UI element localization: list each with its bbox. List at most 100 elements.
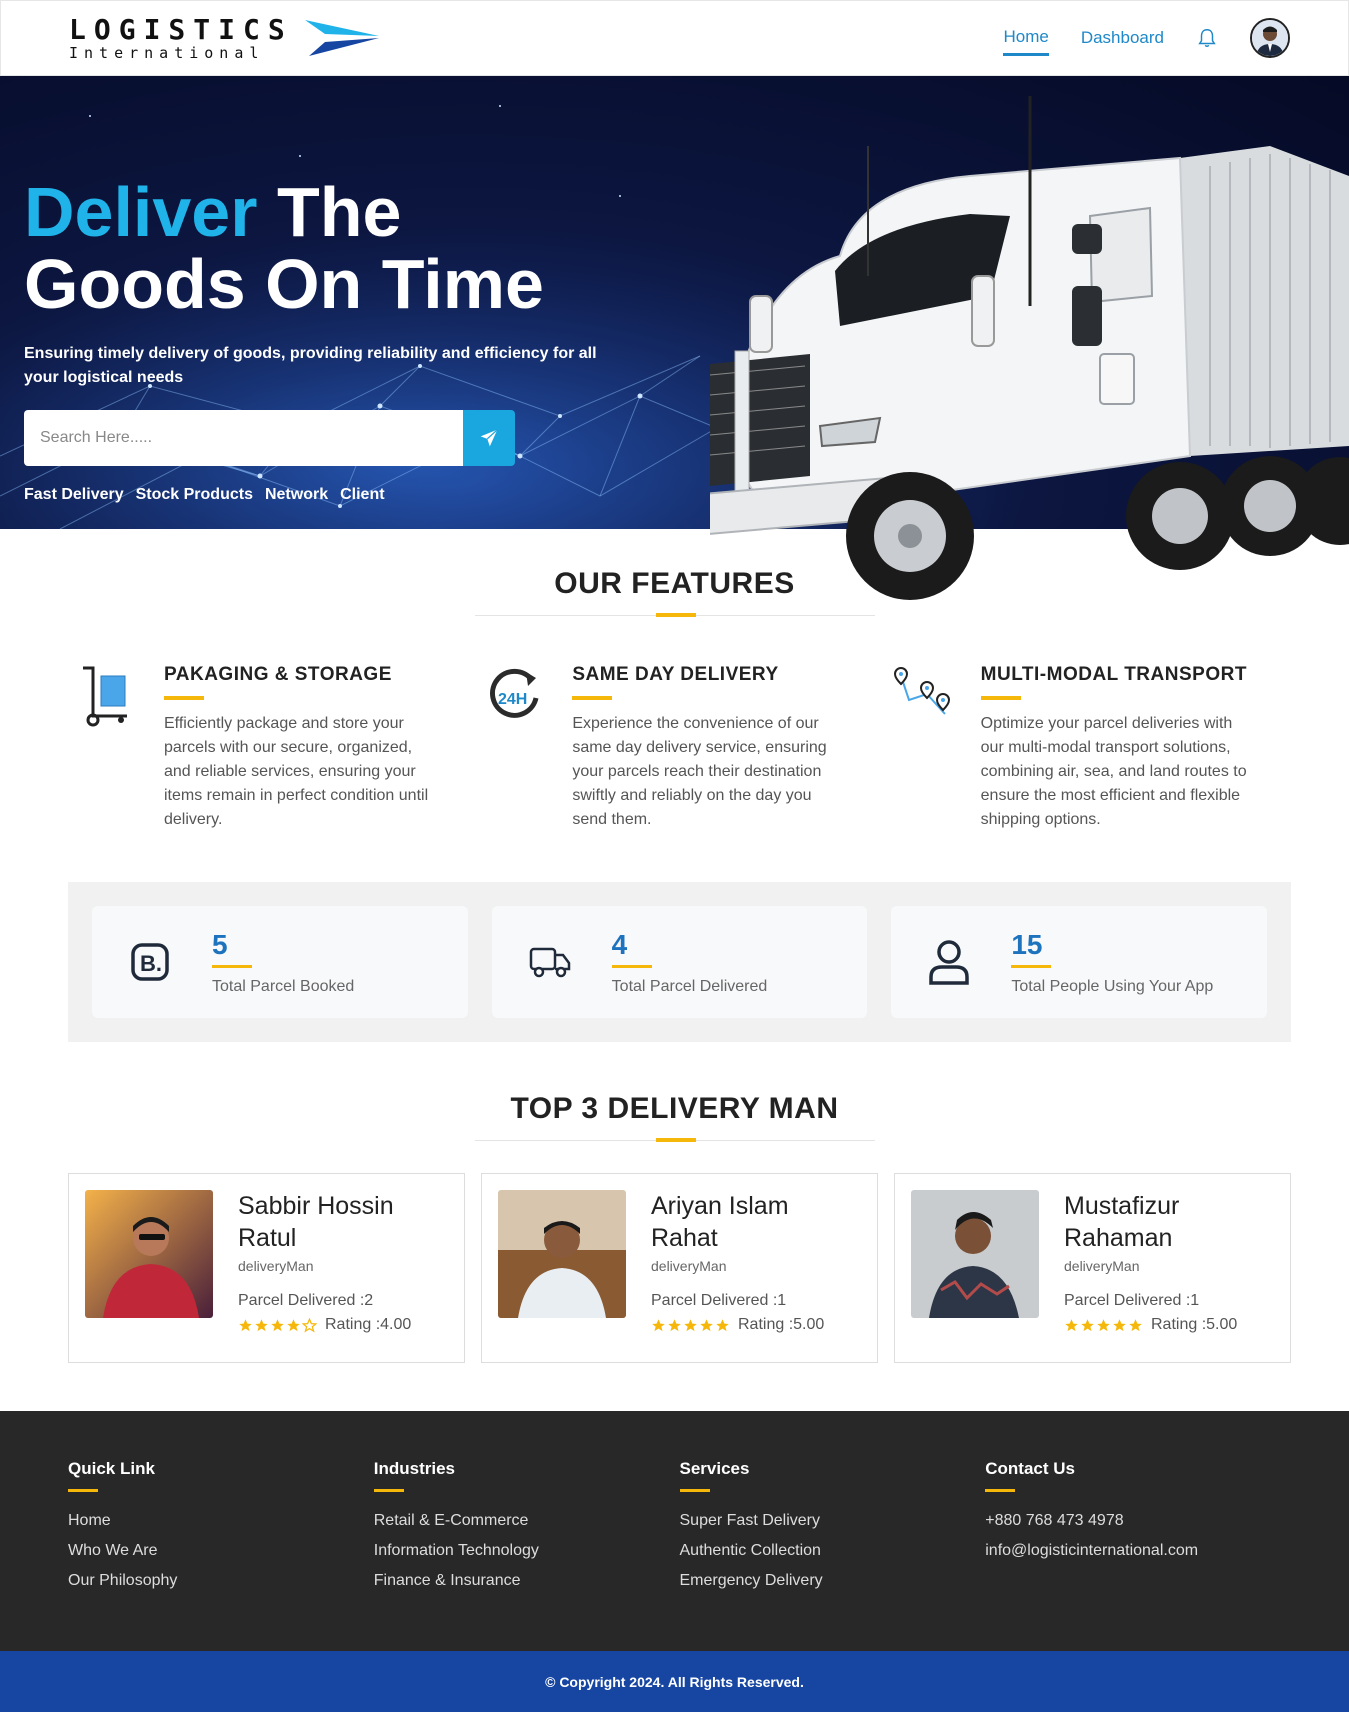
star-filled-icon <box>700 1318 713 1331</box>
footer-link[interactable]: Emergency Delivery <box>680 1572 986 1590</box>
copyright-bar: © Copyright 2024. All Rights Reserved. <box>0 1651 1349 1712</box>
footer-link[interactable]: Super Fast Delivery <box>680 1512 986 1530</box>
feature-description: Efficiently package and store your parce… <box>164 715 429 828</box>
delivery-man-photo <box>911 1190 1039 1318</box>
hero-tags: Fast Delivery Stock Products Network Cli… <box>24 486 664 504</box>
footer-link[interactable]: Information Technology <box>374 1542 680 1560</box>
footer-link[interactable]: Home <box>68 1512 374 1530</box>
nav-dashboard-link[interactable]: Dashboard <box>1081 22 1164 54</box>
brand-logo[interactable]: LOGISTICS International <box>69 12 379 62</box>
delivery-man-name: Mustafizur Rahaman <box>1064 1192 1180 1252</box>
footer-column: Quick Link Home Who We Are Our Philosoph… <box>68 1459 374 1651</box>
hero-title-rest: The <box>276 173 402 251</box>
hero-tag[interactable]: Stock Products <box>136 486 253 504</box>
brand-tagline: International <box>69 43 265 62</box>
delivery-man-photo <box>498 1190 626 1318</box>
star-rating <box>651 1318 730 1333</box>
search-button[interactable] <box>463 410 515 466</box>
footer-link[interactable]: Finance & Insurance <box>374 1572 680 1590</box>
top-delivery-section: TOP 3 DELIVERY MAN Sabbir Hossin Ratul d… <box>0 1042 1349 1363</box>
search-input[interactable] <box>24 410 463 466</box>
truck-icon <box>529 947 570 978</box>
delivery-man-name: Ariyan Islam Rahat <box>651 1192 789 1252</box>
star-filled-icon <box>716 1318 729 1331</box>
footer-column: Services Super Fast Delivery Authentic C… <box>679 1459 986 1651</box>
hero-title: Deliver The Goods On Time <box>24 176 664 320</box>
delivery-man-role: deliveryMan <box>238 1258 314 1274</box>
nav-menu: Home Dashboard <box>1003 18 1290 58</box>
footer-heading: Contact Us <box>985 1459 1075 1478</box>
hand-truck-box-icon <box>83 666 127 727</box>
star-filled-icon <box>1081 1318 1094 1331</box>
hero-banner: Deliver The Goods On Time Ensuring timel… <box>0 76 1349 600</box>
title-divider <box>474 1138 875 1142</box>
star-rating <box>1064 1318 1143 1333</box>
star-filled-icon <box>255 1318 268 1331</box>
delivery-man-name: Sabbir Hossin Ratul <box>238 1192 394 1252</box>
rating-value: Rating :5.00 <box>738 1316 825 1333</box>
parcel-delivered-count: Parcel Delivered :2 <box>238 1292 374 1309</box>
24h-clock-icon: 24H <box>490 668 539 718</box>
star-filled-icon <box>668 1318 681 1331</box>
stat-card: 4 Total Parcel Delivered <box>491 906 868 1018</box>
delivery-man-card: Ariyan Islam Rahat deliveryMan Parcel De… <box>481 1173 878 1363</box>
title-divider <box>474 613 875 617</box>
stat-label: Total People Using Your App <box>1011 977 1214 995</box>
route-pins-icon <box>893 666 950 715</box>
stat-value: 4 <box>611 928 628 960</box>
star-filled-icon <box>1113 1318 1126 1331</box>
nav-home-link[interactable]: Home <box>1003 21 1049 56</box>
copyright-text: © Copyright 2024. All Rights Reserved. <box>545 1673 804 1690</box>
delivery-man-role: deliveryMan <box>1064 1258 1140 1274</box>
footer-column: Contact Us +880 768 473 4978 info@logist… <box>985 1459 1291 1651</box>
footer-link[interactable]: Our Philosophy <box>68 1572 374 1590</box>
footer-link[interactable]: Retail & E-Commerce <box>374 1512 680 1530</box>
feature-description: Experience the convenience of our same d… <box>572 715 827 828</box>
stat-label: Total Parcel Booked <box>212 977 355 995</box>
svg-text:B.: B. <box>140 951 162 976</box>
footer-link[interactable]: Who We Are <box>68 1542 374 1560</box>
stat-label: Total Parcel Delivered <box>611 977 768 995</box>
rating-value: Rating :5.00 <box>1151 1316 1238 1333</box>
footer-heading: Industries <box>373 1459 455 1478</box>
star-filled-icon <box>1065 1318 1078 1331</box>
contact-email[interactable]: info@logisticinternational.com <box>985 1542 1291 1560</box>
user-avatar[interactable] <box>1250 18 1290 58</box>
footer: Quick Link Home Who We Are Our Philosoph… <box>0 1411 1349 1651</box>
star-filled-icon <box>239 1318 252 1331</box>
hero-tag[interactable]: Fast Delivery <box>24 486 124 504</box>
star-filled-icon <box>684 1318 697 1331</box>
footer-column: Industries Retail & E-Commerce Informati… <box>373 1459 680 1651</box>
bell-icon[interactable] <box>1196 26 1218 50</box>
footer-heading: Services <box>679 1459 750 1478</box>
delivery-man-role: deliveryMan <box>651 1258 727 1274</box>
user-icon <box>929 940 970 985</box>
parcel-delivered-count: Parcel Delivered :1 <box>1064 1292 1200 1309</box>
hero-tag[interactable]: Client <box>340 486 384 504</box>
feature-card: MULTI-MODAL TRANSPORT Optimize your parc… <box>893 664 1281 832</box>
contact-phone[interactable]: +880 768 473 4978 <box>985 1512 1291 1530</box>
stat-value: 5 <box>212 928 228 960</box>
stat-card: B. 5 Total Parcel Booked <box>92 906 468 1018</box>
footer-link[interactable]: Authentic Collection <box>680 1542 986 1560</box>
svg-text:24H: 24H <box>498 691 527 708</box>
star-rating <box>238 1317 317 1333</box>
parcel-delivered-count: Parcel Delivered :1 <box>651 1292 787 1309</box>
feature-card: PAKAGING & STORAGE Efficiently package a… <box>76 664 464 832</box>
stat-card: 15 Total People Using Your App <box>891 906 1268 1018</box>
hero-subtitle: Ensuring timely delivery of goods, provi… <box>24 345 597 386</box>
search-bar <box>24 410 515 466</box>
star-outline-icon <box>302 1317 317 1333</box>
delivery-man-card: Mustafizur Rahaman deliveryMan Parcel De… <box>894 1173 1291 1363</box>
rating-value: Rating :4.00 <box>325 1316 412 1333</box>
feature-title: PAKAGING & STORAGE <box>164 664 392 685</box>
send-icon <box>480 429 498 447</box>
hero-tag[interactable]: Network <box>265 486 328 504</box>
star-filled-icon <box>287 1318 300 1331</box>
brand-name: LOGISTICS <box>69 12 293 46</box>
hero-title-accent: Deliver <box>24 173 258 251</box>
booking-b-icon: B. <box>131 943 169 981</box>
feature-title: SAME DAY DELIVERY <box>572 664 779 685</box>
navbar: LOGISTICS International Home Dashboard <box>0 0 1349 76</box>
star-filled-icon <box>652 1318 665 1331</box>
